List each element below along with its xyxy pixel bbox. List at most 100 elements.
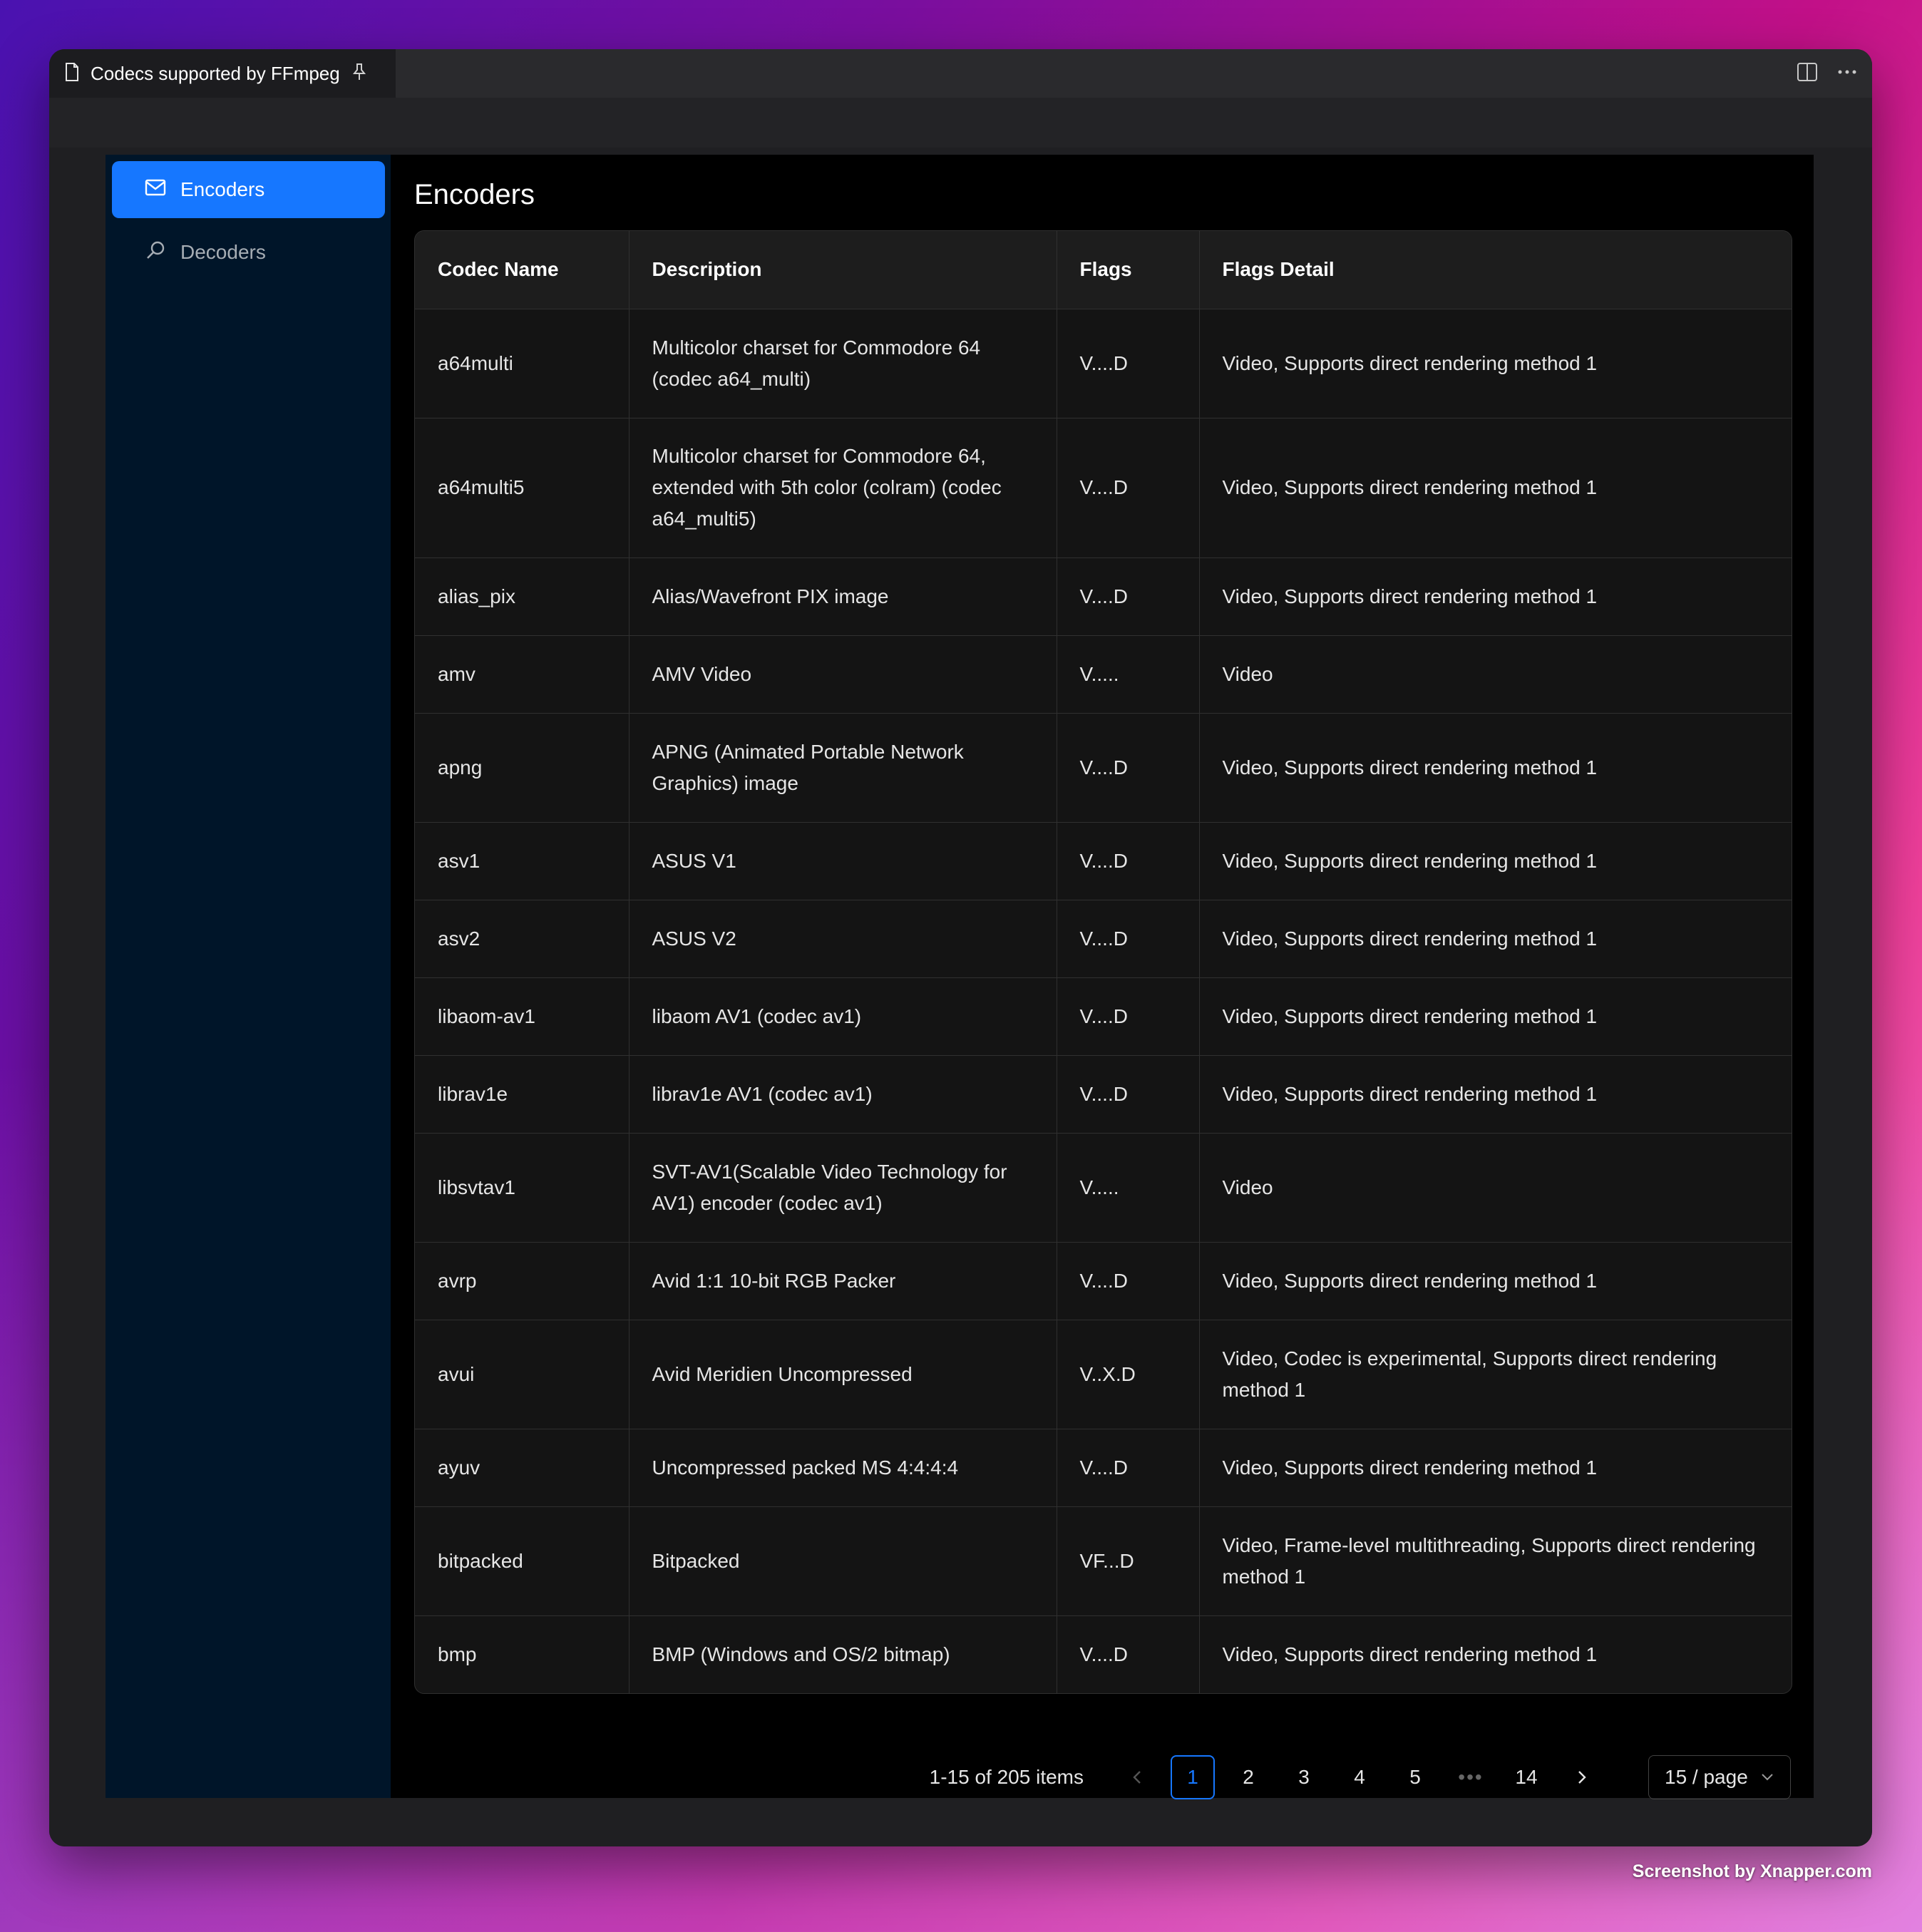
cell-flags-detail: Video, Supports direct rendering method … bbox=[1199, 309, 1792, 418]
title-bar: Codecs supported by FFmpeg bbox=[49, 49, 1872, 98]
page-list: 1 2 3 4 5 ••• 14 bbox=[1165, 1755, 1554, 1799]
cell-flags: VF...D bbox=[1057, 1506, 1200, 1616]
pagination-total: 1-15 of 205 items bbox=[929, 1766, 1084, 1788]
file-icon bbox=[65, 62, 79, 85]
table-row[interactable]: a64multi Multicolor charset for Commodore… bbox=[415, 309, 1792, 418]
cell-codec-name: libsvtav1 bbox=[415, 1133, 629, 1243]
cell-description: librav1e AV1 (codec av1) bbox=[629, 1055, 1057, 1134]
page-button[interactable]: 3 bbox=[1282, 1755, 1326, 1799]
split-editor-icon[interactable] bbox=[1797, 62, 1818, 86]
cell-codec-name: apng bbox=[415, 713, 629, 823]
column-header-flags-detail[interactable]: Flags Detail bbox=[1199, 231, 1792, 309]
cell-flags: V....D bbox=[1057, 822, 1200, 900]
table-row[interactable]: bmp BMP (Windows and OS/2 bitmap) V....D Vi… bbox=[415, 1615, 1792, 1693]
table-row[interactable]: asv1 ASUS V1 V....D Video, Supports direct … bbox=[415, 822, 1792, 900]
breadcrumb-bar bbox=[49, 98, 1872, 148]
table-row[interactable]: avui Avid Meridien Uncompressed V..X.D Vide… bbox=[415, 1320, 1792, 1429]
cell-codec-name: amv bbox=[415, 635, 629, 714]
table-header-row: Codec Name Description Flags Flags Detai… bbox=[415, 231, 1792, 309]
cell-flags: V....D bbox=[1057, 1242, 1200, 1320]
cell-codec-name: ayuv bbox=[415, 1429, 629, 1507]
column-header-codec-name[interactable]: Codec Name bbox=[415, 231, 629, 309]
cell-flags: V....D bbox=[1057, 1615, 1200, 1693]
cell-description: Avid Meridien Uncompressed bbox=[629, 1320, 1057, 1429]
column-header-description[interactable]: Description bbox=[629, 231, 1057, 309]
tab-title: Codecs supported by FFmpeg bbox=[91, 62, 340, 84]
prev-page-button[interactable] bbox=[1115, 1755, 1159, 1799]
cell-flags: V..... bbox=[1057, 1133, 1200, 1243]
main-panel: Encoders Codec Name Description Flags Fl… bbox=[391, 155, 1814, 1799]
cell-description: Uncompressed packed MS 4:4:4:4 bbox=[629, 1429, 1057, 1507]
page-size-value: 15 / page bbox=[1665, 1766, 1748, 1788]
table-row[interactable]: a64multi5 Multicolor charset for Commodor… bbox=[415, 418, 1792, 558]
next-page-button[interactable] bbox=[1560, 1755, 1604, 1799]
cell-codec-name: a64multi bbox=[415, 309, 629, 418]
cell-codec-name: librav1e bbox=[415, 1055, 629, 1134]
watermark: Screenshot by Xnapper.com bbox=[1632, 1861, 1872, 1881]
cell-flags-detail: Video bbox=[1199, 1133, 1792, 1243]
cell-description: Multicolor charset for Commodore 64, ext… bbox=[629, 418, 1057, 558]
codec-table: Codec Name Description Flags Flags Detai… bbox=[414, 230, 1792, 1694]
cell-flags-detail: Video, Supports direct rendering method … bbox=[1199, 822, 1792, 900]
cell-flags: V..... bbox=[1057, 635, 1200, 714]
cell-description: ASUS V2 bbox=[629, 900, 1057, 978]
cell-description: Multicolor charset for Commodore 64 (cod… bbox=[629, 309, 1057, 418]
table-row[interactable]: ayuv Uncompressed packed MS 4:4:4:4 V....D… bbox=[415, 1429, 1792, 1507]
page-ellipsis[interactable]: ••• bbox=[1449, 1755, 1493, 1799]
cell-description: BMP (Windows and OS/2 bitmap) bbox=[629, 1615, 1057, 1693]
table-row[interactable]: libaom-av1 libaom AV1 (codec av1) V....D Vi… bbox=[415, 977, 1792, 1056]
page-button[interactable]: 14 bbox=[1504, 1755, 1548, 1799]
cell-flags-detail: Video, Supports direct rendering method … bbox=[1199, 557, 1792, 636]
page-button[interactable]: 4 bbox=[1337, 1755, 1382, 1799]
table-row[interactable]: asv2 ASUS V2 V....D Video, Supports direct … bbox=[415, 900, 1792, 978]
table-row[interactable]: alias_pix Alias/Wavefront PIX image V....D… bbox=[415, 557, 1792, 636]
cell-codec-name: asv1 bbox=[415, 822, 629, 900]
pin-icon[interactable] bbox=[351, 63, 367, 85]
cell-flags: V....D bbox=[1057, 418, 1200, 558]
cell-description: SVT-AV1(Scalable Video Technology for AV… bbox=[629, 1133, 1057, 1243]
cell-codec-name: bmp bbox=[415, 1615, 629, 1693]
codec-app: Encoders Decoders Encoders Codec Name De… bbox=[106, 155, 1814, 1799]
cell-flags-detail: Video, Supports direct rendering method … bbox=[1199, 900, 1792, 978]
cell-codec-name: libaom-av1 bbox=[415, 977, 629, 1056]
cell-flags: V....D bbox=[1057, 1429, 1200, 1507]
column-header-flags[interactable]: Flags bbox=[1057, 231, 1200, 309]
more-actions-icon[interactable] bbox=[1836, 62, 1858, 86]
cell-flags-detail: Video, Supports direct rendering method … bbox=[1199, 1055, 1792, 1134]
table-row[interactable]: amv AMV Video V..... Video bbox=[415, 635, 1792, 714]
page-button[interactable]: 2 bbox=[1226, 1755, 1270, 1799]
cell-description: APNG (Animated Portable Network Graphics… bbox=[629, 713, 1057, 823]
cell-flags-detail: Video, Supports direct rendering method … bbox=[1199, 1242, 1792, 1320]
cell-description: Alias/Wavefront PIX image bbox=[629, 557, 1057, 636]
page-button[interactable]: 5 bbox=[1393, 1755, 1437, 1799]
cell-flags-detail: Video, Supports direct rendering method … bbox=[1199, 977, 1792, 1056]
cell-flags-detail: Video, Supports direct rendering method … bbox=[1199, 713, 1792, 823]
sidebar-item-label: Encoders bbox=[180, 178, 265, 200]
sidebar-item-encoders[interactable]: Encoders bbox=[112, 161, 385, 218]
table-row[interactable]: libsvtav1 SVT-AV1(Scalable Video Technolo… bbox=[415, 1133, 1792, 1243]
cell-description: Avid 1:1 10-bit RGB Packer bbox=[629, 1242, 1057, 1320]
sidebar-item-decoders[interactable]: Decoders bbox=[112, 224, 385, 281]
cell-flags: V....D bbox=[1057, 713, 1200, 823]
cell-description: Bitpacked bbox=[629, 1506, 1057, 1616]
cell-flags: V....D bbox=[1057, 977, 1200, 1056]
table-row[interactable]: avrp Avid 1:1 10-bit RGB Packer V....D Vide… bbox=[415, 1242, 1792, 1320]
cell-codec-name: alias_pix bbox=[415, 557, 629, 636]
cell-flags: V....D bbox=[1057, 1055, 1200, 1134]
page-button[interactable]: 1 bbox=[1171, 1755, 1215, 1799]
editor-tab[interactable]: Codecs supported by FFmpeg bbox=[49, 49, 396, 98]
chevron-right-icon bbox=[1578, 1771, 1586, 1784]
cell-codec-name: a64multi5 bbox=[415, 418, 629, 558]
cell-flags-detail: Video, Supports direct rendering method … bbox=[1199, 418, 1792, 558]
table-row[interactable]: bitpacked Bitpacked VF...D Video, Frame-lev… bbox=[415, 1506, 1792, 1616]
sidebar-item-label: Decoders bbox=[180, 241, 266, 263]
cell-flags: V....D bbox=[1057, 309, 1200, 418]
table-row[interactable]: apng APNG (Animated Portable Network Grap… bbox=[415, 713, 1792, 823]
table-row[interactable]: librav1e librav1e AV1 (codec av1) V....D Vi… bbox=[415, 1055, 1792, 1134]
mail-icon bbox=[145, 178, 166, 202]
page-title: Encoders bbox=[414, 179, 535, 210]
chevron-down-icon bbox=[1762, 1774, 1773, 1781]
page-size-select[interactable]: 15 / page bbox=[1648, 1755, 1791, 1799]
table-body: a64multi Multicolor charset for Commodore… bbox=[415, 309, 1792, 1693]
cell-flags-detail: Video, Supports direct rendering method … bbox=[1222, 1643, 1598, 1665]
